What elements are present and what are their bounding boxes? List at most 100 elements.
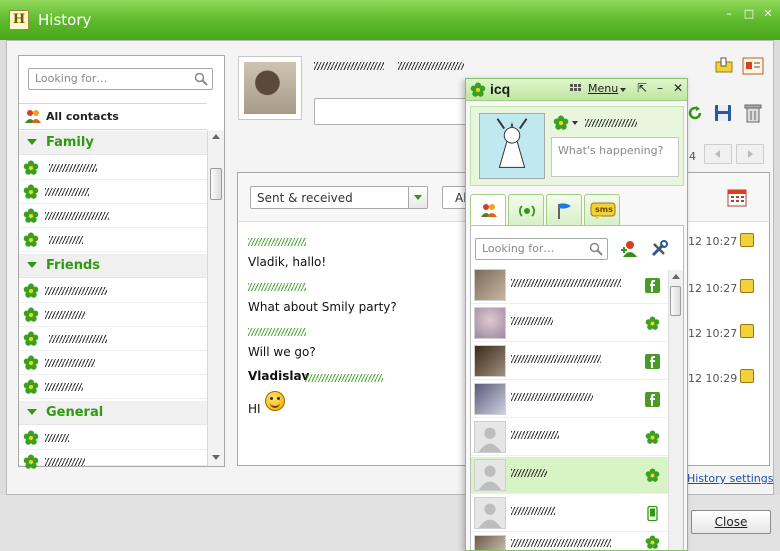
expand-arrow-icon[interactable] [27, 139, 37, 145]
dropdown-button[interactable] [408, 187, 427, 208]
message-sender [248, 283, 306, 291]
contact-name [511, 317, 553, 325]
icq-logo-icon [470, 82, 486, 97]
status-message-input[interactable]: What's happening? [551, 137, 679, 177]
all-contacts-item[interactable]: All contacts [19, 103, 207, 130]
facebook-icon [645, 278, 660, 293]
contacts-search-input[interactable]: Looking for… [28, 68, 213, 90]
contact-row[interactable] [19, 204, 207, 228]
add-contact-icon[interactable] [620, 240, 640, 258]
contact-name [45, 311, 85, 319]
tab-sms[interactable]: sms [584, 194, 620, 226]
contact-row[interactable] [19, 375, 207, 399]
icq-contact-row[interactable] [471, 495, 668, 532]
tools-icon[interactable] [650, 240, 668, 258]
icq-status-icon [23, 454, 39, 469]
contact-avatar [474, 307, 506, 339]
contact-row[interactable] [19, 327, 207, 351]
search-icon[interactable] [589, 242, 603, 256]
close-button[interactable]: Close [691, 510, 771, 534]
group-family[interactable]: Family [19, 131, 207, 155]
trash-icon[interactable] [744, 103, 762, 123]
icq-close-button[interactable]: ✕ [671, 81, 685, 95]
icq-search-input[interactable]: Looking for… [475, 238, 608, 260]
scroll-down-icon[interactable] [212, 455, 220, 460]
group-friends[interactable]: Friends [19, 254, 207, 278]
contacts-scrollbar[interactable] [207, 130, 224, 466]
tab-live[interactable] [508, 194, 544, 226]
prev-page-icon[interactable] [704, 144, 732, 164]
icq-status-icon [23, 307, 39, 322]
message-text: What about Smily party? [248, 300, 397, 314]
chevron-down-icon[interactable] [572, 121, 578, 125]
icq-search-placeholder: Looking for… [482, 242, 555, 255]
contact-name [511, 539, 611, 547]
message-sender [248, 328, 306, 336]
expand-arrow-icon[interactable] [27, 409, 37, 415]
scroll-thumb[interactable] [670, 286, 681, 316]
icq-restore-button[interactable]: ⇱ [635, 81, 649, 95]
icq-status-icon [23, 331, 39, 346]
icq-scrollbar[interactable] [668, 270, 683, 550]
contact-row[interactable] [19, 450, 207, 469]
contact-row[interactable] [19, 279, 207, 303]
history-settings-link[interactable]: History settings [687, 472, 774, 485]
scroll-thumb[interactable] [210, 168, 222, 200]
message-sender: Vladislav [248, 369, 310, 383]
next-page-icon[interactable] [736, 144, 764, 164]
note-icon[interactable] [740, 279, 754, 293]
status-flower-icon[interactable] [553, 115, 569, 131]
contact-row[interactable] [19, 426, 207, 450]
contact-name [49, 335, 107, 343]
contact-name [511, 355, 601, 363]
contact-row[interactable] [19, 351, 207, 375]
icq-contact-row[interactable] [471, 343, 668, 380]
icq-contact-row[interactable] [471, 381, 668, 418]
maximize-button[interactable]: □ [742, 7, 756, 20]
contact-avatar [474, 345, 506, 377]
grid-icon[interactable] [570, 84, 582, 96]
expand-arrow-icon[interactable] [27, 262, 37, 268]
note-icon[interactable] [714, 56, 734, 76]
refresh-icon[interactable] [686, 104, 704, 122]
close-window-button[interactable]: ✕ [761, 7, 775, 20]
message-text: HI [248, 402, 261, 416]
note-icon[interactable] [740, 324, 754, 338]
note-icon[interactable] [740, 369, 754, 383]
note-icon[interactable] [740, 233, 754, 247]
search-icon[interactable] [194, 72, 208, 86]
facebook-icon [645, 354, 660, 369]
tab-notifications[interactable] [546, 194, 582, 226]
icq-contact-row-selected[interactable] [471, 457, 668, 494]
direction-filter-select[interactable]: Sent & received [250, 186, 428, 209]
icq-contact-row[interactable] [471, 305, 668, 342]
contact-row[interactable] [19, 156, 207, 180]
icq-user-avatar[interactable] [479, 113, 545, 179]
history-search-field[interactable] [314, 98, 474, 125]
scroll-up-icon[interactable] [212, 134, 220, 139]
scroll-up-icon[interactable] [672, 274, 680, 279]
icq-status-icon [23, 184, 39, 199]
smiley-icon [265, 391, 285, 411]
tab-contacts[interactable] [470, 194, 506, 226]
group-general[interactable]: General [19, 401, 207, 425]
contact-name [45, 287, 107, 295]
contact-name [45, 434, 69, 442]
icq-contact-row[interactable] [471, 267, 668, 304]
sms-tab-label: sms [595, 205, 613, 214]
icq-status-icon [23, 283, 39, 298]
contact-name [45, 383, 83, 391]
calendar-icon[interactable] [727, 187, 747, 207]
icq-menu-button[interactable]: Menu [588, 82, 618, 95]
save-icon[interactable] [714, 104, 732, 122]
icq-minimize-button[interactable]: – [653, 81, 667, 95]
contact-card-icon[interactable] [742, 57, 764, 75]
contact-row[interactable] [19, 228, 207, 252]
contact-row[interactable] [19, 180, 207, 204]
default-avatar-icon [474, 421, 506, 453]
minimize-button[interactable]: – [722, 7, 736, 20]
icq-header: icq Menu ⇱ – ✕ [466, 79, 687, 101]
icq-contact-row[interactable] [471, 419, 668, 456]
contact-row[interactable] [19, 303, 207, 327]
icq-contact-row[interactable] [471, 533, 668, 550]
